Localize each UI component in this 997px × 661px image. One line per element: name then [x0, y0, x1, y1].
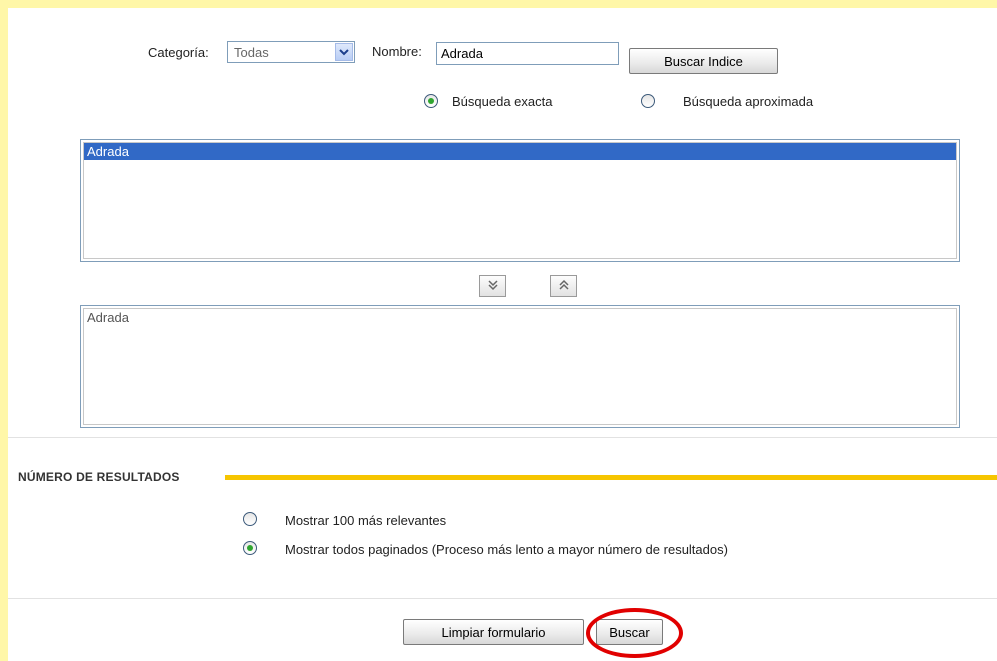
- top100-radio[interactable]: [243, 512, 257, 526]
- chevron-down-icon[interactable]: [335, 43, 353, 61]
- section-accent-line: [225, 475, 997, 480]
- category-selected-value: Todas: [234, 45, 269, 60]
- list-item[interactable]: Adrada: [84, 309, 129, 326]
- name-input[interactable]: [436, 42, 619, 65]
- move-up-button[interactable]: [550, 275, 577, 297]
- left-border: [0, 0, 8, 661]
- results-section-title: NÚMERO DE RESULTADOS: [18, 470, 180, 484]
- annotation-ring: [586, 608, 683, 658]
- divider: [8, 437, 997, 438]
- top-border: [0, 0, 997, 8]
- clear-form-button[interactable]: Limpiar formulario: [403, 619, 584, 645]
- selected-listbox[interactable]: Adrada: [80, 305, 960, 428]
- all-paged-radio[interactable]: [243, 541, 257, 555]
- double-chevron-up-icon: [558, 279, 570, 294]
- top100-label: Mostrar 100 más relevantes: [285, 513, 447, 528]
- category-label: Categoría:: [148, 45, 209, 60]
- category-select[interactable]: Todas: [227, 41, 355, 63]
- index-listbox[interactable]: Adrada: [80, 139, 960, 262]
- exact-search-radio[interactable]: [424, 94, 438, 108]
- all-paged-label: Mostrar todos paginados (Proceso más len…: [285, 542, 728, 557]
- search-index-button[interactable]: Buscar Indice: [629, 48, 778, 74]
- approx-search-radio[interactable]: [641, 94, 655, 108]
- list-item[interactable]: Adrada: [84, 143, 956, 160]
- divider: [8, 598, 997, 599]
- clear-form-button-label: Limpiar formulario: [441, 624, 546, 640]
- move-down-button[interactable]: [479, 275, 506, 297]
- search-index-button-label: Buscar Indice: [664, 53, 743, 69]
- name-label: Nombre:: [372, 44, 422, 59]
- approx-search-label: Búsqueda aproximada: [683, 94, 814, 109]
- double-chevron-down-icon: [487, 279, 499, 294]
- exact-search-label: Búsqueda exacta: [452, 94, 553, 109]
